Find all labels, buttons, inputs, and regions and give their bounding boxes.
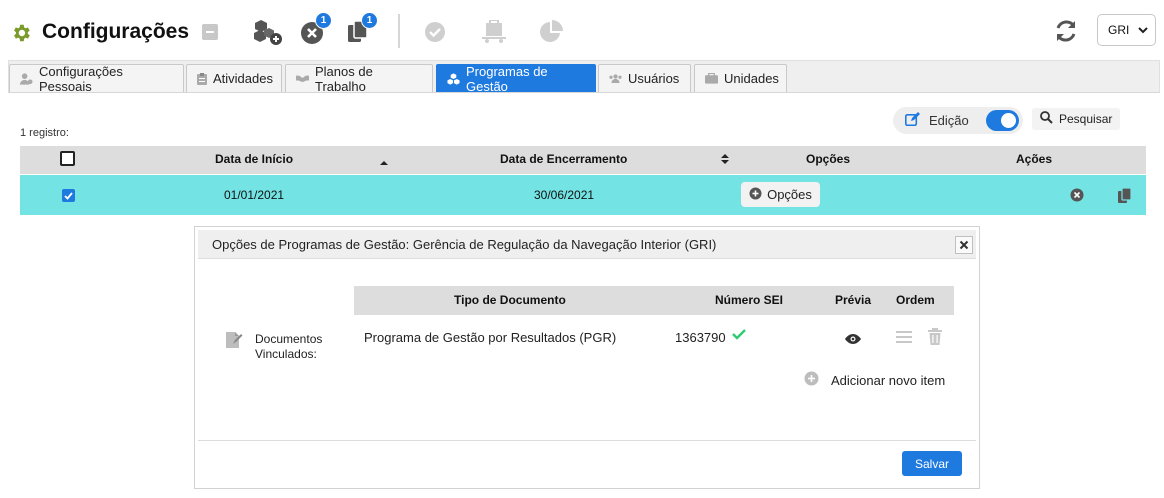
pie-chart-icon[interactable] [535, 16, 567, 48]
clipboard-icon [197, 72, 207, 85]
tab-programas-de-gestao[interactable]: Programas de Gestão [436, 63, 596, 94]
refresh-icon[interactable] [1053, 18, 1079, 44]
app-header: Configurações 1 1 GRI [0, 0, 1164, 62]
column-header-opcoes: Opções [806, 152, 851, 166]
add-new-item-label: Adicionar novo item [831, 372, 946, 388]
panel-footer-divider [198, 440, 976, 441]
sort-asc-icon[interactable] [380, 155, 388, 170]
file-signature-icon [225, 331, 243, 352]
column-header-acoes: Ações [1016, 152, 1053, 166]
grid-header: Data de Início Data de Encerramento Opçõ… [20, 146, 1146, 174]
eye-icon[interactable] [845, 332, 861, 347]
save-button[interactable]: Salvar [902, 451, 962, 476]
table-row[interactable]: 01/01/2021 30/06/2021 Opções [20, 175, 1146, 215]
tab-atividades[interactable]: Atividades [186, 64, 282, 92]
edit-mode-label: Edição [929, 113, 969, 128]
chevron-down-icon [1137, 24, 1149, 39]
tab-usuarios[interactable]: Usuários [598, 64, 691, 92]
column-header-data-encerramento[interactable]: Data de Encerramento [500, 152, 627, 166]
x-circle-icon[interactable] [1069, 187, 1085, 203]
document-number-cell: 1363790 [675, 330, 726, 345]
program-options-panel: Opções de Programas de Gestão: Gerência … [194, 226, 980, 489]
tab-label: Atividades [213, 71, 273, 86]
row-checkbox[interactable] [62, 189, 75, 202]
cubes-icon [447, 72, 460, 85]
copy-icon[interactable] [1116, 187, 1132, 203]
drag-handle-icon[interactable] [896, 330, 912, 347]
minus-square-icon[interactable] [194, 16, 226, 48]
check-circle-icon[interactable] [419, 16, 451, 48]
cell-data-inicio: 01/01/2021 [224, 188, 285, 202]
column-header-ordem: Ordem [896, 293, 935, 307]
cubes-add-icon[interactable] [252, 16, 284, 48]
tab-label: Configurações Pessoais [39, 63, 123, 94]
tab-label: Unidades [724, 71, 779, 86]
briefcase-icon [705, 72, 718, 85]
edit-mode-switch[interactable] [986, 110, 1019, 131]
tab-configuracoes-pessoais[interactable]: Configurações Pessoais [9, 63, 184, 94]
column-header-numero-sei: Número SEI [715, 293, 784, 307]
edit-mode-toggle[interactable]: Edição [893, 107, 1023, 134]
copies-badge: 1 [361, 12, 378, 29]
switch-knob [1001, 113, 1016, 128]
options-button[interactable]: Opções [741, 182, 820, 207]
page-title: Configurações [42, 20, 190, 43]
unit-select[interactable]: GRI [1097, 14, 1156, 46]
close-icon[interactable] [955, 236, 973, 254]
errors-badge: 1 [315, 12, 332, 29]
gear-icon [10, 22, 32, 44]
toolbar-divider [398, 14, 400, 48]
search-button[interactable]: Pesquisar [1032, 108, 1120, 130]
unit-select-value: GRI [1108, 23, 1130, 37]
panel-title: Opções de Programas de Gestão: Gerência … [212, 237, 717, 252]
linked-documents-label: Documentos Vinculados: [255, 332, 323, 361]
x-circle-icon[interactable]: 1 [296, 12, 332, 48]
users-icon [609, 73, 622, 85]
handshake-icon [296, 73, 309, 85]
tab-label: Programas de Gestão [466, 63, 548, 94]
user-cog-icon [20, 72, 33, 85]
documents-table-header: Tipo de Documento Número SEI Prévia Orde… [354, 286, 954, 315]
panel-header: Opções de Programas de Gestão: Gerência … [198, 230, 976, 259]
record-count: 1 registro: [20, 127, 69, 139]
column-header-previa: Prévia [835, 293, 872, 307]
cell-data-encerramento: 30/06/2021 [534, 188, 595, 202]
column-header-tipo-documento: Tipo de Documento [454, 293, 566, 307]
copy-icon[interactable]: 1 [342, 12, 378, 48]
checkmark-icon [732, 328, 746, 343]
trash-icon[interactable] [928, 328, 942, 348]
sort-both-icon[interactable] [721, 153, 729, 168]
search-label: Pesquisar [1059, 112, 1113, 126]
search-icon [1040, 111, 1053, 127]
plus-circle-icon [749, 187, 762, 203]
options-button-label: Opções [767, 187, 812, 202]
tab-label: Usuários [628, 71, 680, 86]
tab-planos-de-trabalho[interactable]: Planos de Trabalho [285, 63, 433, 94]
cart-icon[interactable] [478, 16, 510, 48]
column-header-data-inicio[interactable]: Data de Início [215, 152, 293, 166]
add-new-item-button[interactable]: Adicionar novo item [804, 371, 945, 389]
select-all-checkbox[interactable] [60, 151, 75, 166]
tab-unidades[interactable]: Unidades [694, 64, 787, 92]
plus-circle-icon [804, 371, 819, 389]
edit-icon [905, 112, 921, 129]
document-type-cell: Programa de Gestão por Resultados (PGR) [364, 330, 617, 345]
tab-label: Planos de Trabalho [315, 63, 373, 94]
